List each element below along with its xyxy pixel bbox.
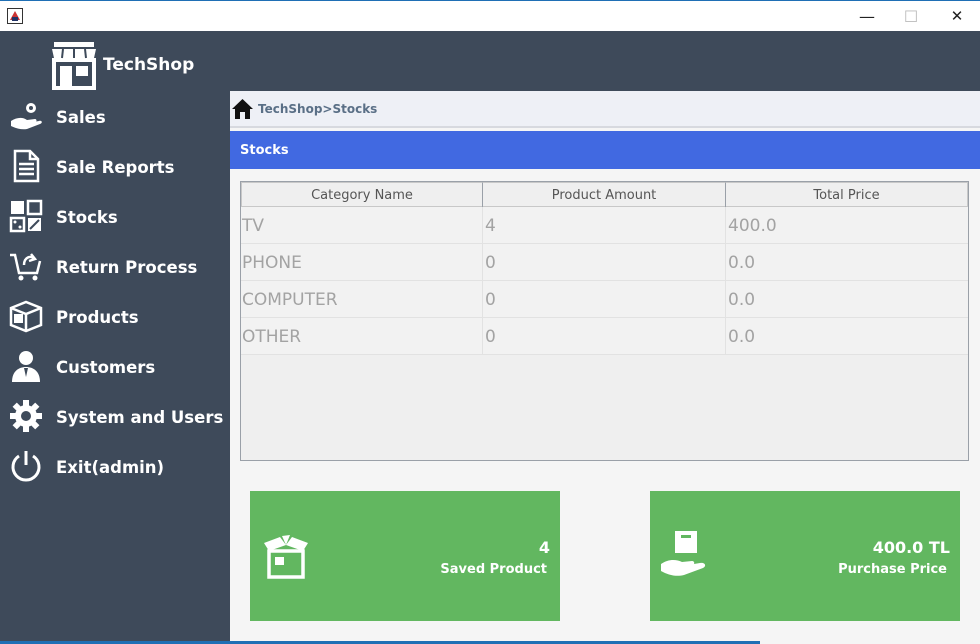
purchase-price-value: 400.0 TL: [872, 538, 950, 557]
gear-icon: [9, 399, 43, 433]
cell-amount[interactable]: 4: [483, 207, 726, 244]
sidebar-item-stocks[interactable]: Stocks: [0, 195, 230, 239]
sidebar-item-label: System and Users: [56, 407, 224, 427]
table-body: TV 4 400.0 PHONE 0 0.0 COMPUTER 0 0.0 OT…: [241, 207, 968, 355]
sidebar-item-sale-reports[interactable]: Sale Reports: [0, 145, 230, 189]
power-icon: [9, 449, 43, 483]
maximize-button[interactable]: ☐: [896, 5, 926, 27]
cell-category[interactable]: TV: [241, 207, 483, 244]
column-header-product-amount[interactable]: Product Amount: [483, 182, 726, 207]
breadcrumb-path[interactable]: TechShop>Stocks: [258, 102, 377, 116]
column-header-category-name[interactable]: Category Name: [241, 182, 483, 207]
purchase-price-label: Purchase Price: [838, 562, 947, 577]
hand-coin-icon: [9, 99, 43, 133]
breadcrumb: TechShop>Stocks: [230, 91, 980, 128]
grid-icon: [9, 199, 43, 233]
sidebar-item-return-process[interactable]: Return Process: [0, 245, 230, 289]
sidebar-item-label: Return Process: [56, 257, 198, 277]
cell-amount[interactable]: 0: [483, 318, 726, 355]
sidebar-item-sales[interactable]: Sales: [0, 95, 230, 139]
home-icon[interactable]: [231, 98, 254, 120]
sidebar-item-label: Customers: [56, 357, 156, 377]
section-header: Stocks: [230, 131, 980, 169]
sidebar-item-customers[interactable]: Customers: [0, 345, 230, 389]
app-icon: [7, 8, 23, 24]
sidebar-item-label: Exit(admin): [56, 457, 165, 477]
saved-product-card: 4 Saved Product: [250, 491, 560, 621]
cell-price[interactable]: 400.0: [726, 207, 968, 244]
open-box-icon: [260, 531, 312, 583]
sidebar-item-system-and-users[interactable]: System and Users: [0, 395, 230, 439]
table-row[interactable]: COMPUTER 0 0.0: [241, 281, 968, 318]
cell-category[interactable]: OTHER: [241, 318, 483, 355]
cell-price[interactable]: 0.0: [726, 244, 968, 281]
sidebar-item-label: Products: [56, 307, 139, 327]
cart-return-icon: [9, 249, 43, 283]
brand: TechShop: [50, 40, 194, 90]
cell-price[interactable]: 0.0: [726, 281, 968, 318]
purchase-price-card: 400.0 TL Purchase Price: [650, 491, 960, 621]
cell-amount[interactable]: 0: [483, 244, 726, 281]
sidebar-item-label: Sales: [56, 107, 106, 127]
column-header-total-price[interactable]: Total Price: [726, 182, 968, 207]
box-icon: [9, 299, 43, 333]
document-icon: [9, 149, 43, 183]
brand-name: TechShop: [103, 55, 195, 75]
table-row[interactable]: PHONE 0 0.0: [241, 244, 968, 281]
sidebar-item-label: Stocks: [56, 207, 118, 227]
section-title: Stocks: [240, 143, 289, 158]
sidebar-item-exit[interactable]: Exit(admin): [0, 445, 230, 489]
user-icon: [9, 349, 43, 383]
sidebar: TechShop Sales Sale Reports Stocks Retur…: [0, 31, 230, 644]
table-row[interactable]: TV 4 400.0: [241, 207, 968, 244]
saved-product-label: Saved Product: [440, 562, 547, 577]
cell-category[interactable]: PHONE: [241, 244, 483, 281]
saved-product-value: 4: [538, 538, 550, 557]
window-titlebar: — ☐ ✕: [0, 0, 980, 31]
header-band: [230, 31, 980, 91]
table-header: Category Name Product Amount Total Price: [241, 182, 968, 207]
main-content: TechShop>Stocks Stocks Category Name Pro…: [230, 91, 980, 644]
cell-category[interactable]: COMPUTER: [241, 281, 483, 318]
stocks-table: Category Name Product Amount Total Price…: [240, 181, 969, 461]
cell-price[interactable]: 0.0: [726, 318, 968, 355]
close-button[interactable]: ✕: [942, 5, 972, 27]
hand-box-icon: [660, 531, 712, 583]
table-row[interactable]: OTHER 0 0.0: [241, 318, 968, 355]
sidebar-item-label: Sale Reports: [56, 157, 175, 177]
store-icon: [50, 40, 98, 90]
cell-amount[interactable]: 0: [483, 281, 726, 318]
minimize-button[interactable]: —: [852, 5, 882, 27]
sidebar-item-products[interactable]: Products: [0, 295, 230, 339]
